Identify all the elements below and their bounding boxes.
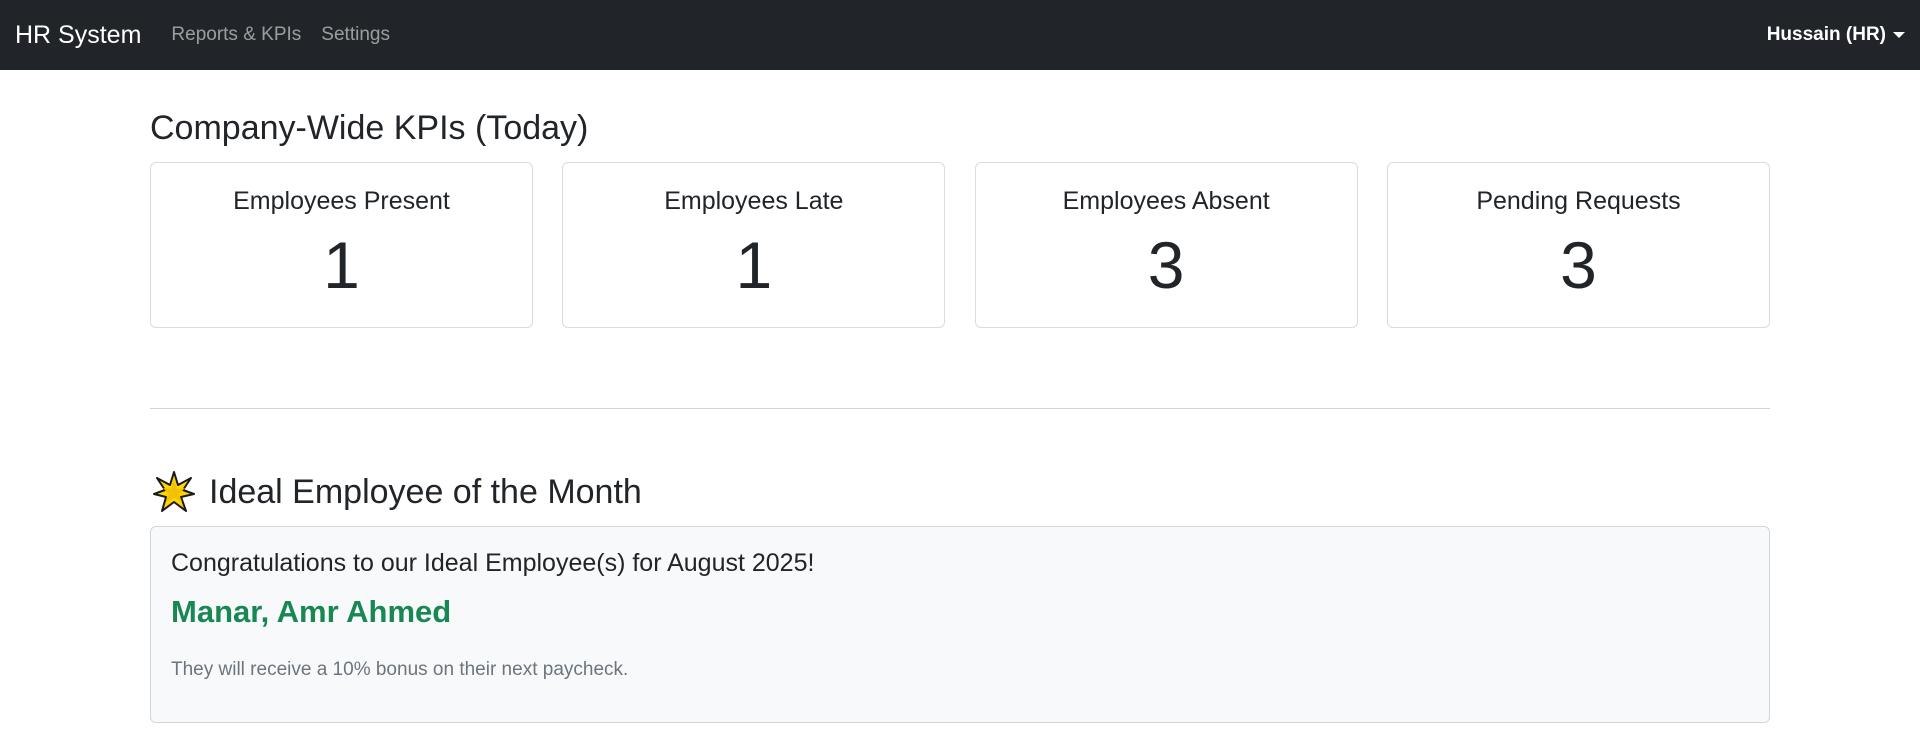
ideal-employee-card: Congratulations to our Ideal Employee(s)… (150, 526, 1770, 723)
ideal-employee-names: Manar, Amr Ahmed (171, 594, 452, 629)
nav-link-settings[interactable]: Settings (321, 24, 390, 46)
bonus-note: They will receive a 10% bonus on their n… (171, 659, 629, 680)
user-name-label: Hussain (HR) (1766, 24, 1886, 45)
kpi-card-absent: Employees Absent 3 (974, 162, 1358, 328)
kpi-card-late: Employees Late 1 (562, 162, 946, 328)
kpi-label: Employees Late (664, 187, 844, 215)
top-navbar: HR System Reports & KPIs Settings Hussai… (0, 0, 1920, 70)
nav-link-reports-kpis[interactable]: Reports & KPIs (171, 24, 301, 46)
kpi-card-present: Employees Present 1 (150, 162, 533, 328)
kpi-value: 3 (1560, 228, 1597, 302)
kpi-value: 1 (323, 228, 360, 302)
ideal-employee-title-text: Ideal Employee of the Month (209, 473, 642, 511)
kpi-label: Pending Requests (1476, 187, 1681, 215)
section-divider (150, 408, 1770, 409)
congratulations-text: Congratulations to our Ideal Employee(s)… (171, 549, 815, 577)
ideal-employee-title: Ideal Employee of the Month (150, 467, 1770, 517)
brand-link[interactable]: HR System (15, 21, 141, 50)
user-menu-dropdown[interactable]: Hussain (HR) (1767, 24, 1905, 46)
kpi-cards-row: Employees Present 1 Employees Late 1 Emp… (150, 162, 1770, 328)
main-content: Company-Wide KPIs (Today) Employees Pres… (150, 70, 1770, 723)
chevron-down-icon (1893, 32, 1905, 38)
star-icon (153, 471, 195, 512)
kpi-card-pending-requests: Pending Requests 3 (1386, 162, 1770, 328)
kpi-value: 3 (1147, 228, 1185, 302)
kpi-section-title: Company-Wide KPIs (Today) (150, 109, 589, 147)
kpi-label: Employees Absent (1062, 187, 1270, 215)
kpi-value: 1 (735, 228, 773, 302)
kpi-label: Employees Present (233, 187, 450, 215)
